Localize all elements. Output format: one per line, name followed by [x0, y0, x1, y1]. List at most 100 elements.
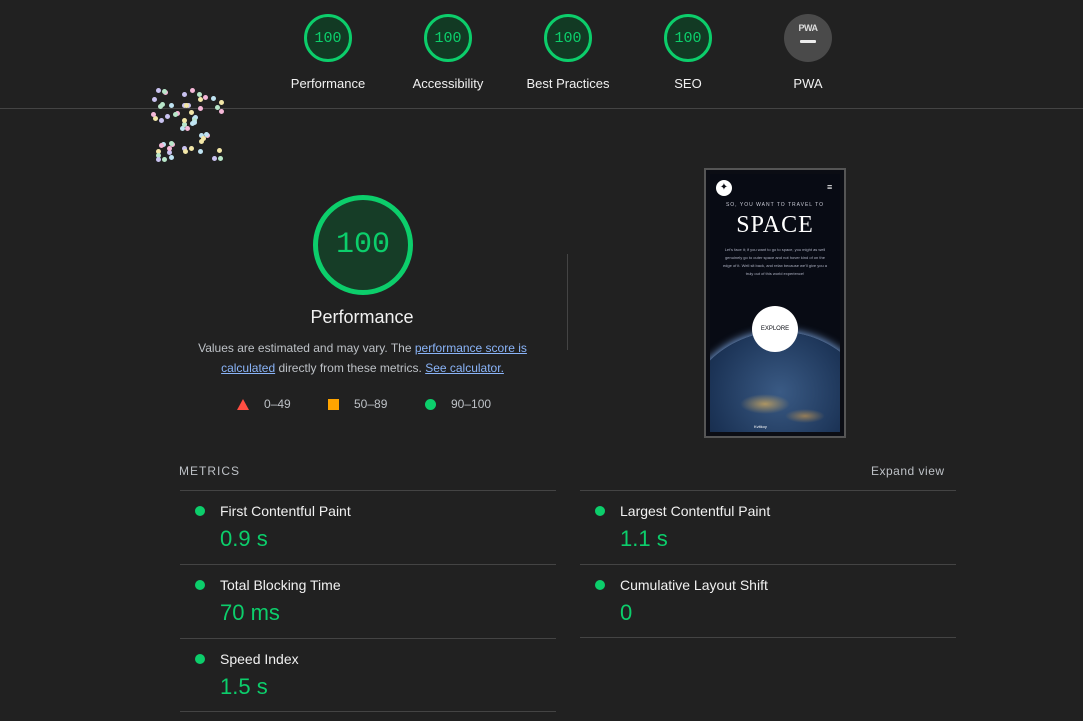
legend-range: 50–89: [354, 397, 388, 411]
pass-circle-icon: [195, 580, 205, 590]
confetti-dot: [190, 88, 195, 93]
screenshot-paragraph: Let's face it; if you want to go to spac…: [722, 247, 828, 276]
final-screenshot[interactable]: ✦ ≡ SO, YOU WANT TO TRAVEL TO SPACE Let'…: [704, 168, 846, 438]
confetti-dot: [211, 96, 216, 101]
confetti-dot: [156, 88, 161, 93]
screenshot-explore-button: EXPLORE: [752, 306, 798, 352]
fail-triangle-icon: [237, 398, 249, 410]
metric-first-contentful-paint: First Contentful Paint 0.9 s: [180, 490, 556, 564]
gauge-label: Best Practices: [526, 76, 610, 91]
screenshot-screen: ✦ ≡ SO, YOU WANT TO TRAVEL TO SPACE Let'…: [710, 174, 840, 432]
gauge-pwa[interactable]: PWA PWA: [758, 14, 858, 91]
city-lights: [785, 409, 825, 423]
divider: [580, 637, 956, 638]
legend-range: 0–49: [264, 397, 291, 411]
pwa-badge-icon: PWA: [784, 14, 832, 62]
confetti-dot: [156, 157, 161, 162]
confetti-dot: [162, 157, 167, 162]
metric-total-blocking-time: Total Blocking Time 70 ms: [180, 564, 556, 638]
confetti-dot: [167, 146, 172, 151]
pass-circle-icon: [195, 506, 205, 516]
confetti-dot: [219, 100, 224, 105]
desc-text: directly from these metrics.: [275, 361, 426, 375]
see-calculator-link[interactable]: See calculator.: [425, 361, 504, 375]
screenshot-kicker: SO, YOU WANT TO TRAVEL TO: [725, 202, 825, 208]
pass-circle-icon: [195, 654, 205, 664]
confetti-dot: [217, 148, 222, 153]
gauge-accessibility[interactable]: 100 Accessibility: [398, 14, 498, 91]
gauge-ring: 100: [424, 14, 472, 62]
metrics-heading: METRICS: [179, 464, 240, 478]
performance-description: Values are estimated and may vary. The p…: [190, 338, 535, 378]
confetti-dot: [184, 103, 189, 108]
screenshot-credit: Kvitkoy: [754, 424, 767, 429]
pwa-dash-icon: [800, 40, 816, 43]
expand-view-button[interactable]: Expand view: [871, 464, 945, 478]
metric-value: 70 ms: [220, 600, 280, 625]
star-logo-icon: ✦: [716, 180, 732, 196]
pass-circle-icon: [595, 506, 605, 516]
legend-range: 90–100: [451, 397, 492, 411]
confetti-dot: [218, 156, 223, 161]
desc-text: Values are estimated and may vary. The: [198, 341, 415, 355]
confetti-dot: [215, 105, 220, 110]
confetti-dot: [152, 97, 157, 102]
metric-value: 0: [620, 600, 633, 625]
confetti-dot: [189, 110, 194, 115]
confetti-dot: [169, 155, 174, 160]
performance-title: Performance: [310, 307, 414, 327]
confetti-dot: [198, 106, 203, 111]
screenshot-heading: SPACE: [736, 212, 814, 238]
legend-pass: 90–100: [425, 397, 491, 411]
average-square-icon: [328, 398, 339, 410]
gauge-best-practices[interactable]: 100 Best Practices: [518, 14, 618, 91]
pass-circle-icon: [425, 398, 436, 410]
metric-speed-index: Speed Index 1.5 s: [180, 638, 556, 712]
confetti-dot: [219, 109, 224, 114]
confetti-dot: [151, 112, 156, 117]
pwa-badge-text: PWA: [798, 23, 818, 33]
confetti-dot: [183, 149, 188, 154]
gauge-label: SEO: [674, 76, 702, 91]
gauge-performance[interactable]: 100 Performance: [278, 14, 378, 91]
confetti-dot: [182, 92, 187, 97]
gauge-ring: 100: [304, 14, 352, 62]
metric-value: 0.9 s: [220, 526, 268, 551]
confetti-dot: [201, 136, 206, 141]
gauge-ring: 100: [544, 14, 592, 62]
performance-gauge[interactable]: 100: [313, 195, 413, 295]
confetti-dot: [169, 103, 174, 108]
confetti-dot: [159, 118, 164, 123]
confetti-dot: [192, 120, 197, 125]
confetti-dot: [160, 102, 165, 107]
confetti-dot: [189, 146, 194, 151]
confetti-dot: [203, 95, 208, 100]
city-lights: [740, 394, 790, 414]
metric-label: First Contentful Paint: [220, 503, 351, 519]
legend-fail: 0–49: [237, 397, 291, 411]
metric-value: 1.1 s: [620, 526, 668, 551]
metric-label: Cumulative Layout Shift: [620, 577, 768, 593]
confetti-dot: [173, 112, 178, 117]
gauge-ring: 100: [664, 14, 712, 62]
gauge-label: PWA: [793, 76, 823, 91]
hamburger-menu-icon: ≡: [827, 182, 833, 192]
metric-value: 1.5 s: [220, 674, 268, 699]
gauge-label: Performance: [290, 76, 366, 91]
gauge-label: Accessibility: [412, 76, 484, 91]
metric-label: Speed Index: [220, 651, 299, 667]
gauge-seo[interactable]: 100 SEO: [638, 14, 738, 91]
confetti-icon: [150, 86, 230, 166]
metric-cumulative-layout-shift: Cumulative Layout Shift 0: [580, 564, 956, 638]
confetti-dot: [198, 149, 203, 154]
legend-average: 50–89: [328, 397, 387, 411]
confetti-dot: [165, 114, 170, 119]
metric-label: Largest Contentful Paint: [620, 503, 771, 519]
confetti-dot: [159, 143, 164, 148]
confetti-dot: [162, 89, 167, 94]
confetti-dot: [182, 118, 187, 123]
pass-circle-icon: [595, 580, 605, 590]
metric-label: Total Blocking Time: [220, 577, 341, 593]
divider: [567, 254, 568, 350]
divider: [180, 711, 556, 712]
